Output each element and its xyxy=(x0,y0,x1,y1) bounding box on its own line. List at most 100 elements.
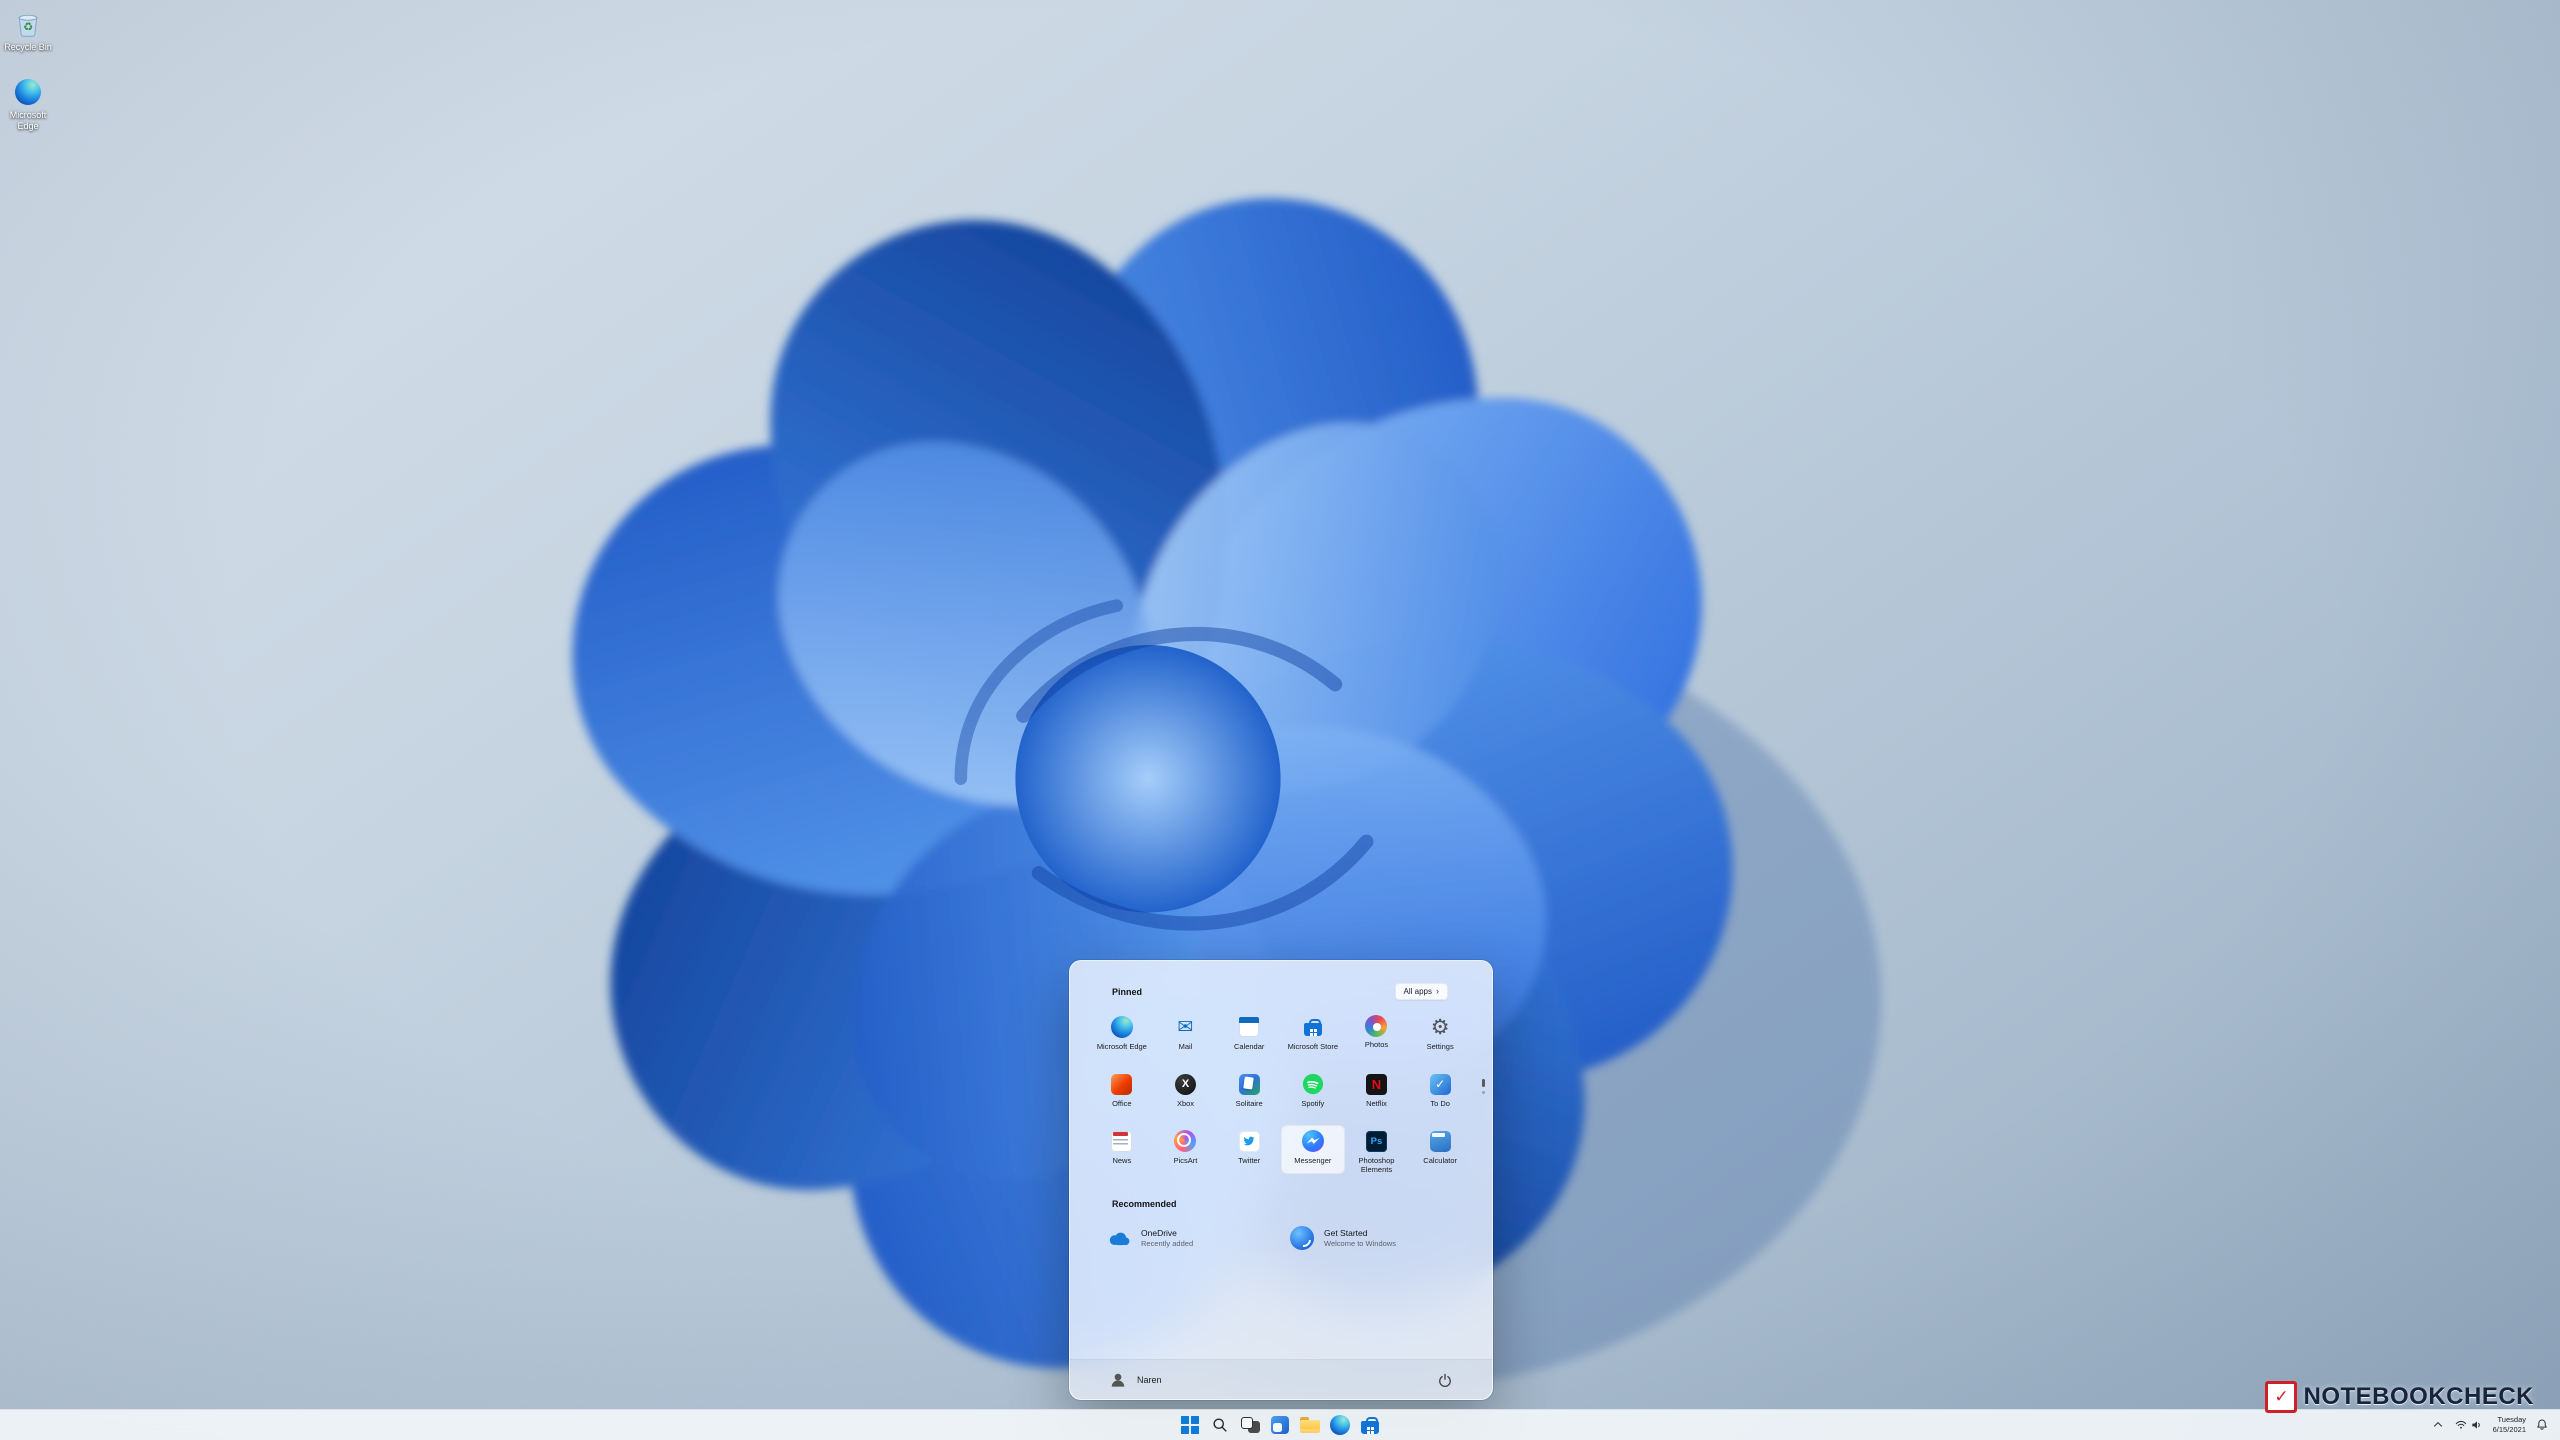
pinned-app-label: Netflix xyxy=(1366,1099,1387,1108)
recommended-section-header: Recommended xyxy=(1112,1199,1177,1209)
tray-overflow-button[interactable] xyxy=(2431,1413,2445,1437)
store-icon xyxy=(1361,1416,1379,1434)
pinned-app-label: Settings xyxy=(1426,1042,1454,1051)
edge-icon xyxy=(12,76,44,108)
quick-settings-button[interactable] xyxy=(2453,1413,2485,1437)
pinned-app-spotify[interactable]: Spotify xyxy=(1281,1068,1345,1125)
system-tray: Tuesday 6/15/2021 xyxy=(2431,1410,2550,1440)
messenger-icon xyxy=(1301,1130,1324,1152)
pinned-app-label: Spotify xyxy=(1301,1099,1325,1108)
pinned-app-photoshop-elements[interactable]: Photoshop Elements xyxy=(1345,1125,1409,1174)
pinned-app-to-do[interactable]: To Do xyxy=(1408,1068,1472,1125)
page-dot-active[interactable] xyxy=(1482,1079,1485,1087)
page-dot[interactable] xyxy=(1482,1091,1485,1094)
netflix-icon xyxy=(1365,1073,1387,1095)
pinned-app-microsoft-store[interactable]: Microsoft Store xyxy=(1281,1011,1345,1068)
calendar-icon xyxy=(1239,1017,1260,1037)
desktop-icon-label: Recycle Bin xyxy=(4,42,52,52)
all-apps-button[interactable]: All apps xyxy=(1394,983,1448,1000)
pinned-app-label: To Do xyxy=(1430,1099,1450,1108)
recommended-item-subtitle: Recently added xyxy=(1141,1238,1194,1248)
notebookcheck-text: NOTEBOOKCHECK xyxy=(2303,1383,2534,1410)
taskbar: Tuesday 6/15/2021 xyxy=(0,1409,2560,1440)
pinned-app-label: Calculator xyxy=(1423,1156,1458,1165)
pinned-app-label: Xbox xyxy=(1176,1099,1195,1108)
pinned-app-mail[interactable]: Mail xyxy=(1154,1011,1218,1068)
recommended-item-get-started[interactable]: Get Started Welcome to Windows xyxy=(1281,1217,1464,1259)
pinned-app-messenger[interactable]: Messenger xyxy=(1281,1125,1345,1174)
speaker-icon xyxy=(2471,1421,2480,1429)
pinned-app-label: Office xyxy=(1112,1099,1132,1108)
svg-text:♻: ♻ xyxy=(23,21,33,33)
widgets-icon xyxy=(1271,1416,1289,1434)
search-icon xyxy=(1213,1418,1227,1432)
user-profile-button[interactable]: Naren xyxy=(1108,1370,1162,1390)
notification-center-button[interactable] xyxy=(2534,1413,2550,1437)
edge-taskbar-button[interactable] xyxy=(1328,1413,1352,1437)
pinned-app-label: Mail xyxy=(1178,1042,1193,1051)
pinned-app-xbox[interactable]: Xbox xyxy=(1154,1068,1218,1125)
solitaire-icon xyxy=(1238,1073,1260,1095)
pinned-app-settings[interactable]: Settings xyxy=(1408,1011,1472,1068)
picsart-icon xyxy=(1174,1130,1197,1152)
desktop-icon-microsoft-edge[interactable]: Microsoft Edge xyxy=(0,76,56,132)
pinned-apps-grid: Microsoft Edge Mail Calendar Microsoft S… xyxy=(1090,1011,1472,1174)
clock-date: 6/15/2021 xyxy=(2492,1425,2526,1434)
desktop: ♻ Recycle Bin Microsoft Edge Pinned All … xyxy=(0,0,2560,1440)
news-icon xyxy=(1111,1130,1133,1152)
recycle-bin-icon: ♻ xyxy=(12,8,44,40)
recommended-item-title: OneDrive xyxy=(1141,1227,1177,1238)
pinned-app-photos[interactable]: Photos xyxy=(1345,1011,1409,1068)
twitter-bird-icon xyxy=(1238,1130,1260,1152)
chevron-up-icon xyxy=(2433,1422,2442,1427)
pinned-app-label: Microsoft Edge xyxy=(1096,1042,1147,1051)
start-button[interactable] xyxy=(1178,1413,1202,1437)
pinned-app-microsoft-edge[interactable]: Microsoft Edge xyxy=(1090,1011,1154,1068)
windows-logo-icon xyxy=(1181,1416,1199,1434)
settings-gear-icon xyxy=(1428,1015,1452,1039)
pinned-app-label: Photos xyxy=(1364,1040,1389,1049)
spotify-icon xyxy=(1301,1072,1325,1096)
pinned-page-indicator[interactable] xyxy=(1482,1079,1485,1094)
pinned-app-twitter[interactable]: Twitter xyxy=(1217,1125,1281,1174)
pinned-app-netflix[interactable]: Netflix xyxy=(1345,1068,1409,1125)
user-name: Naren xyxy=(1137,1374,1162,1385)
store-icon xyxy=(1303,1018,1322,1036)
edge-icon xyxy=(1110,1015,1134,1039)
search-button[interactable] xyxy=(1208,1413,1232,1437)
clock[interactable]: Tuesday 6/15/2021 xyxy=(2493,1415,2526,1435)
pinned-app-label: PicsArt xyxy=(1173,1156,1198,1165)
recommended-item-onedrive[interactable]: OneDrive Recently added xyxy=(1098,1217,1281,1259)
photoshop-elements-icon xyxy=(1365,1130,1387,1152)
pinned-app-news[interactable]: News xyxy=(1090,1125,1154,1174)
pinned-app-calendar[interactable]: Calendar xyxy=(1217,1011,1281,1068)
start-menu: Pinned All apps Microsoft Edge Mail Cale… xyxy=(1068,959,1494,1401)
office-icon xyxy=(1111,1073,1133,1095)
start-menu-header: Pinned All apps xyxy=(1112,983,1448,1000)
desktop-icon-label: Microsoft Edge xyxy=(9,110,47,131)
get-started-icon xyxy=(1289,1225,1315,1251)
onedrive-cloud-icon xyxy=(1106,1225,1132,1251)
pinned-app-office[interactable]: Office xyxy=(1090,1068,1154,1125)
power-button[interactable] xyxy=(1436,1371,1454,1389)
edge-icon xyxy=(1330,1415,1350,1435)
task-view-button[interactable] xyxy=(1238,1413,1262,1437)
widgets-button[interactable] xyxy=(1268,1413,1292,1437)
desktop-icon-recycle-bin[interactable]: ♻ Recycle Bin xyxy=(0,8,56,53)
pinned-app-calculator[interactable]: Calculator xyxy=(1408,1125,1472,1174)
pinned-app-label: Calendar xyxy=(1233,1042,1265,1051)
pinned-app-picsart[interactable]: PicsArt xyxy=(1154,1125,1218,1174)
store-taskbar-button[interactable] xyxy=(1358,1413,1382,1437)
pinned-app-label: Microsoft Store xyxy=(1287,1042,1339,1051)
wifi-icon xyxy=(2455,1420,2466,1429)
all-apps-label: All apps xyxy=(1403,987,1432,996)
photos-icon xyxy=(1365,1015,1388,1037)
todo-icon xyxy=(1429,1073,1451,1095)
file-explorer-button[interactable] xyxy=(1298,1413,1322,1437)
pinned-app-label: Messenger xyxy=(1294,1156,1332,1165)
pinned-app-solitaire[interactable]: Solitaire xyxy=(1217,1068,1281,1125)
task-view-icon xyxy=(1240,1417,1260,1433)
taskbar-center-buttons xyxy=(1178,1410,1382,1440)
bell-icon xyxy=(2537,1419,2547,1430)
notebookcheck-check-icon: ✓ xyxy=(2265,1381,2298,1413)
